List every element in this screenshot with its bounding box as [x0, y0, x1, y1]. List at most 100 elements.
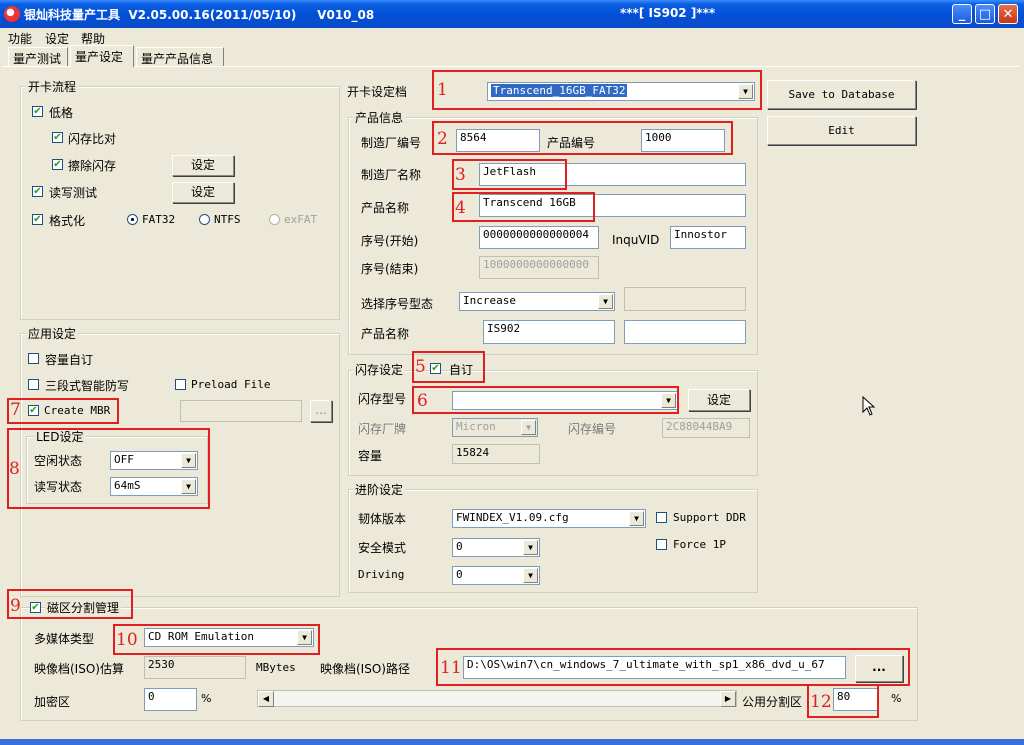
security-mode-value: 0	[456, 540, 463, 553]
support-ddr-checkbox[interactable]	[656, 512, 667, 523]
force-1p-label: Force 1P	[673, 538, 726, 551]
format-label: 格式化	[49, 214, 86, 228]
annotation-number-1: 1	[437, 80, 448, 100]
encrypt-area-input[interactable]: 0	[144, 688, 197, 711]
iso-estimate-label: 映像档(ISO)估算	[34, 662, 124, 676]
preload-file-path[interactable]	[180, 400, 302, 422]
tab-production-settings[interactable]: 量产设定	[70, 45, 134, 67]
preload-file-checkbox[interactable]	[175, 379, 186, 390]
three-stage-label: 三段式智能防写	[45, 379, 130, 393]
window-center-title: ***[ IS902 ]***	[620, 6, 716, 20]
preload-browse-button[interactable]: ...	[310, 400, 332, 422]
open-card-flow-title: 开卡流程	[26, 78, 79, 95]
flash-brand-value: Micron	[456, 420, 496, 433]
dropdown-arrow-icon: ▼	[523, 540, 538, 555]
window-title: 银灿科技量产工具 V2.05.00.16(2011/05/10) V010_08	[24, 8, 375, 22]
product-name2-extra[interactable]	[624, 320, 746, 344]
firmware-label: 韧体版本	[358, 512, 407, 526]
annotation-number-7: 7	[10, 400, 21, 420]
custom-capacity-checkbox[interactable]	[28, 353, 39, 364]
maximize-button[interactable]: □	[975, 4, 995, 24]
low-format-label: 低格	[49, 106, 74, 120]
driving-select[interactable]: 0 ▼	[452, 566, 540, 585]
rw-test-setting-button[interactable]: 设定	[172, 182, 234, 203]
inqu-vid-input[interactable]: Innostor	[670, 226, 746, 249]
app-icon	[4, 6, 20, 22]
minimize-button[interactable]: _	[952, 4, 972, 24]
flash-capacity-label: 容量	[358, 449, 383, 463]
driving-value: 0	[456, 568, 463, 581]
custom-capacity-label: 容量自订	[45, 353, 94, 367]
scroll-right-icon[interactable]: ▶	[720, 691, 736, 707]
flash-settings-title: 闪存设定	[353, 361, 406, 378]
rw-test-checkbox[interactable]: ✔	[32, 186, 43, 197]
flash-setting-button[interactable]: 设定	[688, 389, 750, 411]
serial-end-label: 序号(結束)	[361, 262, 419, 276]
annotation-number-10: 10	[116, 630, 138, 650]
annotation-number-12: 12	[810, 692, 832, 712]
iso-path-label: 映像档(ISO)路径	[320, 662, 410, 676]
exfat-radio[interactable]	[269, 214, 280, 225]
serial-type-label: 选择序号型态	[361, 297, 434, 311]
encrypt-percent-label: %	[201, 692, 212, 705]
flash-code-input[interactable]: 2C88044BA9	[662, 418, 750, 438]
ntfs-label: NTFS	[214, 213, 241, 226]
iso-estimate-input[interactable]: 2530	[144, 656, 246, 679]
driving-label: Driving	[358, 568, 405, 581]
annotation-box-1	[432, 70, 762, 110]
force-1p-checkbox[interactable]	[656, 539, 667, 550]
flash-brand-select[interactable]: Micron ▼	[452, 418, 538, 437]
annotation-box-11	[436, 648, 910, 686]
annotation-number-2: 2	[437, 129, 448, 149]
serial-type-select[interactable]: Increase ▼	[459, 292, 615, 311]
app-settings-title: 应用设定	[26, 325, 79, 342]
tab-product-info[interactable]: 量产产品信息	[136, 47, 224, 66]
annotation-box-8	[7, 428, 210, 509]
advanced-settings-title: 进阶设定	[353, 481, 406, 498]
flash-brand-label: 闪存厂牌	[358, 422, 407, 436]
dropdown-arrow-icon: ▼	[598, 294, 613, 309]
ntfs-radio[interactable]	[199, 214, 210, 225]
public-percent-label: %	[891, 692, 902, 705]
flash-compare-checkbox[interactable]: ✔	[52, 132, 63, 143]
scroll-left-icon[interactable]: ◀	[258, 691, 274, 707]
mouse-cursor-icon	[862, 396, 876, 416]
fat32-radio[interactable]	[127, 214, 138, 225]
erase-flash-label: 擦除闪存	[68, 159, 117, 173]
media-type-label: 多媒体类型	[34, 632, 95, 646]
annotation-number-11: 11	[440, 658, 462, 678]
annotation-number-6: 6	[417, 391, 428, 411]
tab-production-test[interactable]: 量产测试	[8, 47, 68, 66]
format-checkbox[interactable]: ✔	[32, 214, 43, 225]
low-format-checkbox[interactable]: ✔	[32, 106, 43, 117]
product-name2-input[interactable]: IS902	[483, 320, 615, 344]
erase-setting-button[interactable]: 设定	[172, 155, 234, 176]
serial-start-label: 序号(开始)	[361, 234, 419, 248]
flash-compare-label: 闪存比对	[68, 132, 117, 146]
vendor-name-label: 制造厂名称	[361, 168, 422, 182]
menu-function[interactable]: 功能	[8, 30, 32, 47]
save-to-database-button[interactable]: Save to Database	[767, 80, 916, 109]
annotation-box-9	[7, 589, 133, 619]
taskbar	[0, 739, 1024, 745]
product-info-title: 产品信息	[353, 109, 406, 126]
dropdown-arrow-icon: ▼	[523, 568, 538, 583]
flash-capacity-input[interactable]: 15824	[452, 444, 540, 464]
annotation-number-3: 3	[455, 165, 466, 185]
serial-type-extra[interactable]	[624, 287, 746, 311]
partition-slider[interactable]: ◀ ▶	[257, 690, 737, 707]
three-stage-checkbox[interactable]	[28, 379, 39, 390]
annotation-number-4: 4	[455, 198, 466, 218]
firmware-select[interactable]: FWINDEX_V1.09.cfg ▼	[452, 509, 646, 528]
public-partition-label: 公用分割区	[742, 695, 803, 709]
annotation-box-4	[452, 192, 595, 222]
close-button[interactable]: ✕	[998, 4, 1018, 24]
menu-settings[interactable]: 设定	[45, 30, 69, 47]
edit-button[interactable]: Edit	[767, 116, 916, 145]
menu-bar: 功能 设定 帮助	[0, 28, 1024, 46]
serial-start-input[interactable]: 0000000000000004	[479, 226, 599, 249]
serial-end-input[interactable]: 1000000000000000	[479, 256, 599, 279]
dropdown-arrow-icon: ▼	[521, 420, 536, 435]
erase-flash-checkbox[interactable]: ✔	[52, 159, 63, 170]
security-mode-select[interactable]: 0 ▼	[452, 538, 540, 557]
